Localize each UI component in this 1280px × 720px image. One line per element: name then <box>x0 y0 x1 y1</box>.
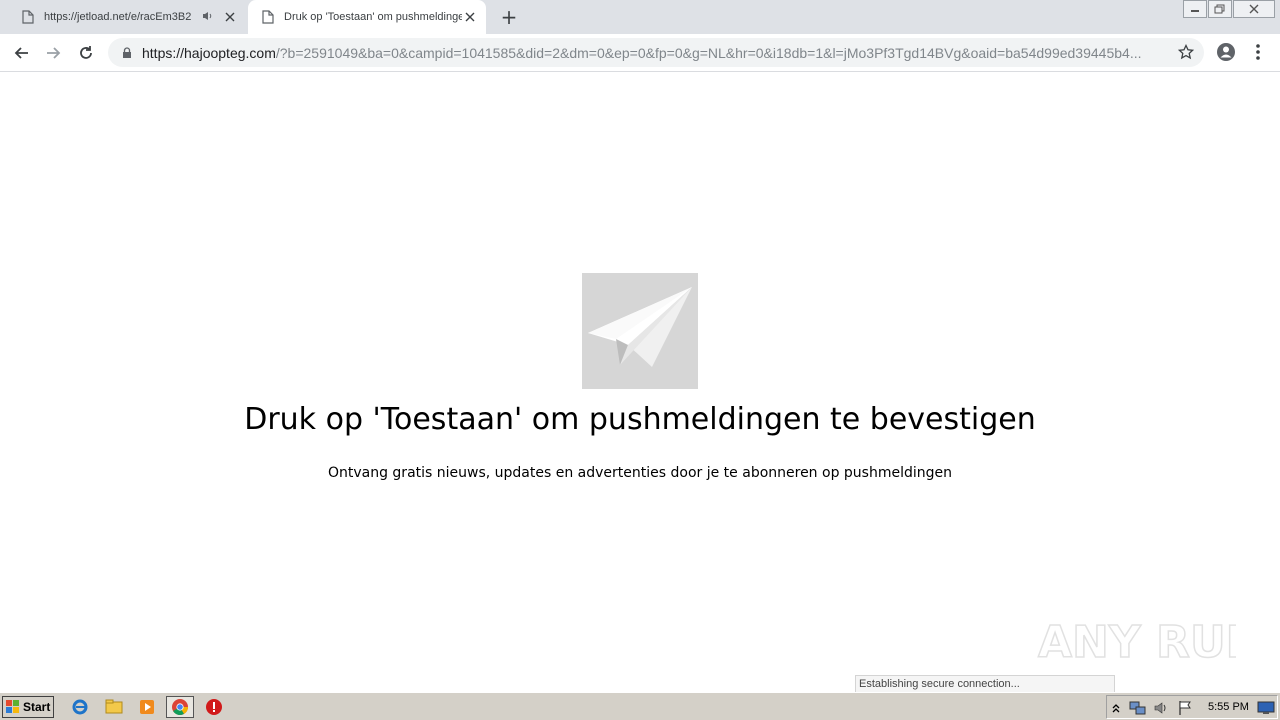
back-arrow-icon <box>14 47 28 59</box>
minimize-window-button[interactable] <box>1183 0 1207 18</box>
network-icon[interactable] <box>1129 700 1147 720</box>
taskbar: Start 5:55 PM <box>0 692 1280 720</box>
forward-button[interactable] <box>41 40 67 66</box>
volume-icon[interactable] <box>1153 700 1169 720</box>
speaker-icon[interactable] <box>200 11 216 24</box>
system-tray <box>1106 695 1278 719</box>
internet-explorer-icon[interactable] <box>70 697 90 717</box>
tab-title: https://jetload.net/e/racEm3B2 <box>44 11 192 23</box>
action-center-flag-icon[interactable] <box>1177 700 1193 720</box>
page-headline: Druk op 'Toestaan' om pushmeldingen te b… <box>244 402 1036 437</box>
forward-arrow-icon <box>47 47 61 59</box>
anyrun-watermark: ANY RUN <box>1037 616 1236 669</box>
windows-flag-icon <box>6 700 20 714</box>
tab-jetload[interactable]: https://jetload.net/e/racEm3B2 <box>8 0 246 34</box>
star-icon[interactable] <box>1177 43 1195 60</box>
lock-icon[interactable] <box>120 46 134 60</box>
new-tab-button[interactable]: + <box>498 5 520 29</box>
document-icon <box>20 9 36 25</box>
paper-plane-icon <box>582 273 698 389</box>
page-content: Druk op 'Toestaan' om pushmeldingen te b… <box>0 72 1280 693</box>
url-path: /?b=2591049&ba=0&campid=1041585&did=2&dm… <box>275 44 1142 61</box>
chrome-icon <box>172 699 188 715</box>
start-label: Start <box>23 700 51 714</box>
media-player-icon[interactable] <box>137 697 157 717</box>
status-bubble: Establishing secure connection... <box>855 675 1115 693</box>
tab-title: Druk op 'Toestaan' om pushmeldingen <box>284 11 462 23</box>
account-circle-icon[interactable] <box>1214 40 1238 64</box>
back-button[interactable] <box>8 40 34 66</box>
close-tab-icon[interactable] <box>222 9 238 25</box>
restore-window-button[interactable] <box>1208 0 1232 18</box>
url-host: https://hajoopteg.com <box>142 44 276 61</box>
close-window-button[interactable] <box>1233 0 1275 18</box>
document-icon <box>260 9 276 25</box>
taskbar-clock[interactable]: 5:55 PM <box>1208 701 1249 713</box>
tab-strip: https://jetload.net/e/racEm3B2 Druk op '… <box>0 0 1280 34</box>
stop-icon[interactable] <box>204 697 224 717</box>
show-desktop-icon[interactable] <box>1257 700 1275 719</box>
reload-button[interactable] <box>73 40 99 66</box>
tab-push-notifications[interactable]: Druk op 'Toestaan' om pushmeldingen <box>248 0 486 34</box>
reload-icon <box>80 46 92 59</box>
kebab-menu-icon[interactable] <box>1250 40 1266 64</box>
file-explorer-icon[interactable] <box>104 697 124 717</box>
close-tab-icon[interactable] <box>462 9 478 25</box>
tray-expand-icon[interactable] <box>1111 700 1121 719</box>
browser-toolbar: https://hajoopteg.com/?b=2591049&ba=0&ca… <box>0 34 1280 72</box>
chrome-taskbar-button[interactable] <box>166 696 194 718</box>
url-text[interactable]: https://hajoopteg.com/?b=2591049&ba=0&ca… <box>142 45 1166 61</box>
start-button[interactable]: Start <box>2 696 54 718</box>
address-bar[interactable]: https://hajoopteg.com/?b=2591049&ba=0&ca… <box>108 38 1204 67</box>
page-subline: Ontvang gratis nieuws, updates en advert… <box>327 465 953 481</box>
watermark-text: ANY RUN <box>1038 617 1236 668</box>
